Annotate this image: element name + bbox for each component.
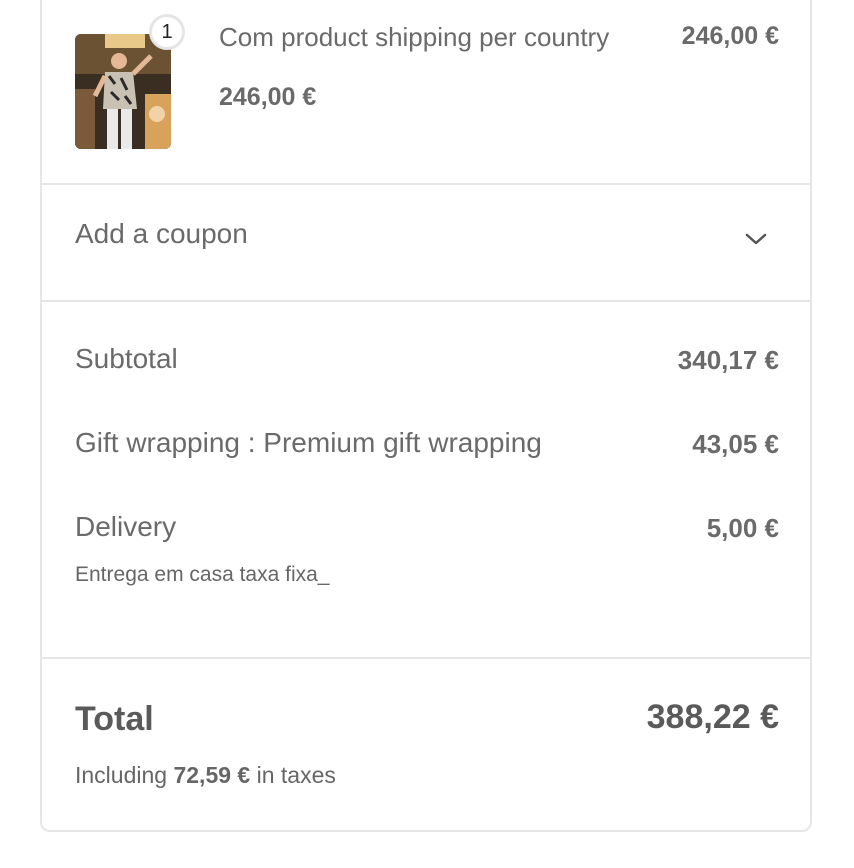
- subtotal-label: Subtotal: [75, 343, 178, 374]
- chevron-down-icon[interactable]: [744, 231, 768, 247]
- product-unit-price: 246,00 €: [219, 83, 317, 111]
- product-line-total: 246,00 €: [681, 22, 779, 50]
- order-summary-card: 1 Com product shipping per country 246,0…: [40, 0, 812, 832]
- delivery-method: Entrega em casa taxa fixa_: [75, 563, 330, 586]
- tax-amount: 72,59 €: [173, 762, 251, 788]
- gift-wrapping-value: 43,05 €: [692, 429, 779, 459]
- total-label: Total: [75, 700, 154, 738]
- divider: [42, 657, 810, 659]
- total-value: 388,22 €: [646, 698, 779, 736]
- coupon-label: Add a coupon: [75, 218, 248, 249]
- subtotal-value: 340,17 €: [677, 345, 779, 375]
- quantity-badge: 1: [149, 14, 185, 50]
- gift-wrapping-label: Gift wrapping : Premium gift wrapping: [75, 427, 542, 458]
- divider: [42, 300, 810, 302]
- product-image: [75, 34, 171, 149]
- tax-line: Including 72,59 € in taxes: [75, 762, 336, 789]
- tax-suffix: in taxes: [256, 762, 336, 788]
- delivery-label: Delivery: [75, 511, 177, 542]
- product-name: Com product shipping per country: [219, 22, 610, 52]
- coupon-toggle[interactable]: Add a coupon: [42, 185, 810, 301]
- delivery-value: 5,00 €: [706, 513, 779, 543]
- tax-prefix: Including: [75, 762, 168, 788]
